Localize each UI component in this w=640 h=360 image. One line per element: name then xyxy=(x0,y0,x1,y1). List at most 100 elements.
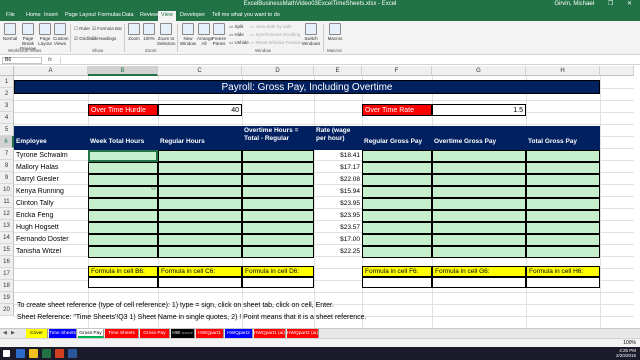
input-cell[interactable] xyxy=(362,210,432,222)
freeze-panes-button[interactable]: Freeze Panes xyxy=(212,23,226,46)
custom-views-button[interactable]: Custom Views xyxy=(53,23,69,46)
col-header-h[interactable]: H xyxy=(526,66,600,76)
rate-cell[interactable]: $18.41 xyxy=(314,150,362,162)
input-cell[interactable] xyxy=(526,198,600,210)
input-cell[interactable] xyxy=(362,174,432,186)
row-header-7[interactable]: 7 xyxy=(0,148,14,160)
zoom-to-selection-button[interactable]: Zoom to Selection xyxy=(157,23,176,46)
input-cell[interactable] xyxy=(242,186,314,198)
formula-label-b6[interactable]: Formula in cell B6: xyxy=(88,266,158,277)
ot-hurdle-value[interactable]: 40 xyxy=(158,104,242,116)
input-cell[interactable] xyxy=(362,198,432,210)
input-cell[interactable] xyxy=(158,246,242,258)
tab-formulas[interactable]: Formulas xyxy=(98,12,121,18)
sheet-tab[interactable]: HWQpart2 (ai) xyxy=(287,329,319,338)
row-header-16[interactable]: 16 xyxy=(0,256,14,268)
formula-label-c6[interactable]: Formula in cell C6: xyxy=(158,266,242,277)
formula-answer-b6[interactable] xyxy=(88,277,158,288)
row-header-18[interactable]: 18 xyxy=(0,280,14,292)
ot-rate-label[interactable]: Over Time Rate xyxy=(362,104,432,116)
col-header-c[interactable]: C xyxy=(158,66,242,76)
tab-insert[interactable]: Insert xyxy=(44,12,58,18)
tab-file[interactable]: File xyxy=(6,12,15,18)
input-cell[interactable] xyxy=(158,222,242,234)
employee-name[interactable]: Tanisha Witzel xyxy=(16,248,88,258)
row-header-10[interactable]: 10 xyxy=(0,184,14,196)
headings-checkbox[interactable]: ☑ Headings xyxy=(92,36,116,42)
sheet-tab[interactable]: HW ==== xyxy=(171,329,195,338)
name-box[interactable]: B6 xyxy=(2,57,42,64)
split-button[interactable]: ▭ Split xyxy=(229,24,243,30)
active-cell-b6[interactable] xyxy=(88,150,158,162)
sheet-tab[interactable]: Time Sheets (ai) xyxy=(105,329,139,345)
input-cell[interactable] xyxy=(362,162,432,174)
input-cell[interactable] xyxy=(362,234,432,246)
header-week-total-hours[interactable]: Week Total Hours xyxy=(88,138,158,148)
sync-scrolling-button[interactable]: ▭ Synchronous Scrolling xyxy=(250,32,300,38)
employee-name[interactable]: Mallory Halas xyxy=(16,164,88,174)
input-cell[interactable] xyxy=(526,234,600,246)
formula-label-h6[interactable]: Formula in cell H6: xyxy=(526,266,600,277)
note-sheet-reference-steps[interactable]: To create sheet reference (type of cell … xyxy=(17,302,334,309)
input-cell[interactable] xyxy=(88,186,158,198)
rate-cell[interactable]: $23.95 xyxy=(314,198,362,210)
sheet-tab[interactable]: HWQpart1 (ai) xyxy=(254,329,286,338)
input-cell[interactable] xyxy=(242,222,314,234)
employee-name[interactable]: Hugh Hogsett xyxy=(16,224,88,234)
input-cell[interactable] xyxy=(362,246,432,258)
employee-name[interactable]: Ericka Feng xyxy=(16,212,88,222)
rate-cell[interactable]: $22.08 xyxy=(314,174,362,186)
ot-rate-value[interactable]: 1.5 xyxy=(432,104,526,116)
window-controls[interactable]: — ❐ ✕ xyxy=(588,0,638,7)
header-regular-gross-pay[interactable]: Regular Gross Pay xyxy=(362,138,432,148)
formula-bar-checkbox[interactable]: ☑ Formula Bar xyxy=(92,26,122,32)
row-header-8[interactable]: 8 xyxy=(0,160,14,172)
sheet-tab[interactable]: Time Sheets xyxy=(49,329,77,338)
page-break-preview-button[interactable]: Page Break Preview xyxy=(19,23,37,51)
tab-view[interactable]: View xyxy=(158,11,176,21)
input-cell[interactable] xyxy=(362,186,432,198)
start-icon[interactable] xyxy=(3,350,10,357)
input-cell[interactable] xyxy=(432,234,526,246)
taskbar-app-icon[interactable] xyxy=(16,349,25,358)
input-cell[interactable] xyxy=(158,162,242,174)
row-header-17[interactable]: 17 xyxy=(0,268,14,280)
input-cell[interactable] xyxy=(88,198,158,210)
formula-answer-c6[interactable] xyxy=(158,277,242,288)
formula-input[interactable] xyxy=(60,57,638,64)
row-header-12[interactable]: 12 xyxy=(0,208,14,220)
employee-name[interactable]: Darryl Giesler xyxy=(16,176,88,186)
input-cell[interactable] xyxy=(88,234,158,246)
row-header-9[interactable]: 9 xyxy=(0,172,14,184)
col-header-a[interactable]: A xyxy=(14,66,88,76)
word-icon[interactable] xyxy=(68,349,77,358)
tab-data[interactable]: Data xyxy=(122,12,134,18)
row-header-11[interactable]: 11 xyxy=(0,196,14,208)
input-cell[interactable] xyxy=(242,174,314,186)
worksheet-grid[interactable]: Payroll: Gross Pay, Including Overtime O… xyxy=(14,76,634,328)
folder-icon[interactable] xyxy=(29,349,38,358)
normal-view-button[interactable]: Normal xyxy=(2,23,18,41)
input-cell[interactable] xyxy=(242,162,314,174)
arrange-all-button[interactable]: Arrange All xyxy=(197,23,213,46)
row-header-13[interactable]: 13 xyxy=(0,220,14,232)
input-cell[interactable] xyxy=(432,150,526,162)
input-cell[interactable] xyxy=(526,210,600,222)
ruler-checkbox[interactable]: ☐ Ruler xyxy=(74,26,90,32)
input-cell[interactable] xyxy=(432,174,526,186)
ot-hurdle-label[interactable]: Over Time Hurdle xyxy=(88,104,158,116)
select-all-corner[interactable] xyxy=(0,66,14,76)
row-header-20[interactable]: 20 xyxy=(0,304,14,316)
header-regular-hours[interactable]: Regular Hours xyxy=(158,138,242,148)
input-cell[interactable] xyxy=(242,198,314,210)
formula-label-d6[interactable]: Formula in cell D6: xyxy=(242,266,314,277)
tab-scroll-left-icon[interactable]: ◀ xyxy=(3,330,7,336)
formula-answer-f6[interactable] xyxy=(362,277,432,288)
hide-button[interactable]: ▭ Hide xyxy=(229,32,244,38)
note-sheet-reference-syntax[interactable]: Sheet Reference: "Time Sheets'!Q3 1) She… xyxy=(17,314,366,321)
employee-name[interactable]: Kenya Running xyxy=(16,188,88,198)
input-cell[interactable] xyxy=(158,234,242,246)
fx-icon[interactable]: fx xyxy=(48,57,52,63)
col-header-b[interactable]: B xyxy=(88,66,158,76)
employee-name[interactable]: Tyrone Schwalm xyxy=(16,152,88,162)
